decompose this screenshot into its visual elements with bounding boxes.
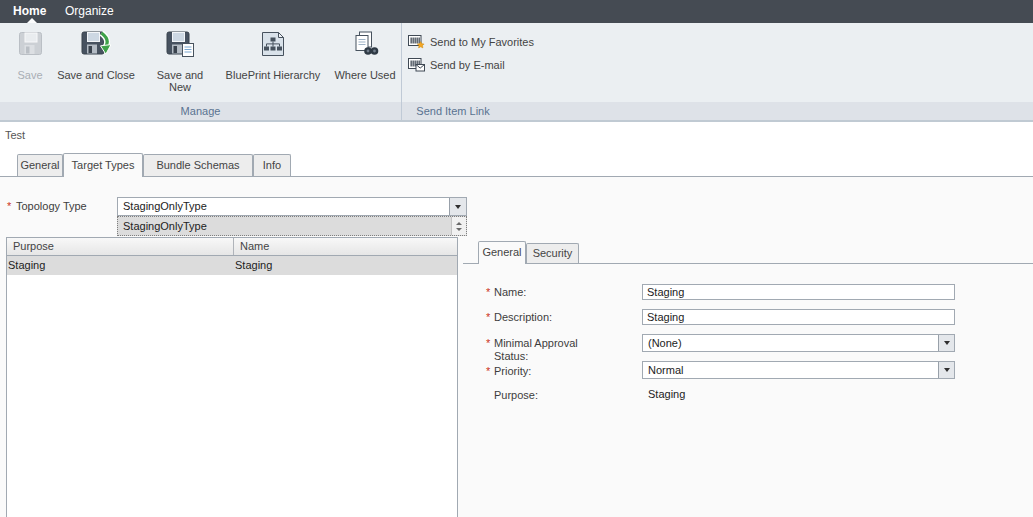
- name-label: Name:: [494, 286, 526, 298]
- ribbon-group-label-send-item-link: Send Item Link: [401, 102, 505, 120]
- topology-type-value: StagingOnlyType: [118, 198, 466, 215]
- save-and-new-button-label: Save and New: [150, 69, 210, 93]
- description-required-asterisk: *: [486, 311, 490, 323]
- target-types-table: Purpose Name Staging Staging: [6, 237, 458, 517]
- save-and-new-icon: [150, 31, 210, 57]
- topology-type-dropdown-list[interactable]: StagingOnlyType: [117, 216, 467, 236]
- priority-required-asterisk: *: [486, 365, 490, 377]
- send-by-email-label: Send by E-mail: [430, 59, 505, 71]
- description-input[interactable]: [642, 309, 955, 325]
- topology-list-scrollbar[interactable]: [451, 217, 466, 235]
- send-to-my-favorites-label: Send to My Favorites: [430, 36, 534, 48]
- menu-bar: Home Organize: [0, 0, 1033, 23]
- blueprint-hierarchy-button[interactable]: BluePrint Hierarchy: [218, 31, 328, 81]
- minimal-approval-status-required-asterisk: *: [486, 337, 490, 349]
- minimal-approval-status-value: (None): [643, 335, 954, 351]
- priority-label: Priority:: [494, 365, 531, 377]
- ribbon-toolbar: Manage Send Item Link Save Sa: [0, 23, 1033, 122]
- blueprint-hierarchy-button-label: BluePrint Hierarchy: [218, 69, 328, 81]
- name-input[interactable]: [642, 284, 955, 300]
- tab-general[interactable]: General: [17, 154, 63, 176]
- where-used-icon: [328, 31, 402, 57]
- table-row[interactable]: Staging Staging: [7, 256, 457, 275]
- scroll-down-icon: [456, 228, 462, 231]
- table-cell-name: Staging: [235, 256, 457, 275]
- topology-type-label: Topology Type: [16, 200, 87, 212]
- tab-target-types[interactable]: Target Types: [63, 153, 143, 177]
- priority-select[interactable]: Normal: [642, 361, 955, 379]
- topology-type-required-asterisk: *: [7, 200, 11, 212]
- content-pane: * Topology Type StagingOnlyType StagingO…: [0, 177, 1033, 517]
- table-header-row: Purpose Name: [7, 238, 457, 256]
- menu-tab-organize[interactable]: Organize: [65, 0, 114, 23]
- item-title: Test: [5, 129, 25, 141]
- save-and-close-button-label: Save and Close: [54, 69, 138, 81]
- where-used-button-label: Where Used: [328, 69, 402, 81]
- name-required-asterisk: *: [486, 286, 490, 298]
- topology-type-dropdown-button[interactable]: [449, 198, 466, 215]
- save-and-close-icon: [54, 31, 138, 57]
- send-to-my-favorites-button[interactable]: Send to My Favorites: [408, 34, 534, 50]
- priority-dropdown-button[interactable]: [938, 362, 954, 378]
- where-used-button[interactable]: Where Used: [328, 31, 402, 81]
- blueprint-hierarchy-icon: [218, 31, 328, 57]
- minimal-approval-status-select[interactable]: (None): [642, 334, 955, 352]
- topology-type-list-item[interactable]: StagingOnlyType: [118, 217, 466, 235]
- table-cell-purpose: Staging: [7, 256, 235, 275]
- chevron-down-icon: [944, 341, 950, 345]
- ribbon-group-label-manage: Manage: [0, 102, 401, 120]
- send-by-email-button[interactable]: Send by E-mail: [408, 57, 505, 73]
- detail-tab-security[interactable]: Security: [526, 243, 579, 263]
- minimal-approval-status-label: Minimal Approval Status:: [494, 337, 594, 363]
- detail-tab-general[interactable]: General: [478, 241, 526, 264]
- description-label: Description:: [494, 311, 552, 323]
- scroll-up-icon: [456, 222, 462, 225]
- table-header-name[interactable]: Name: [234, 238, 457, 255]
- tab-info[interactable]: Info: [253, 154, 291, 176]
- chevron-down-icon: [944, 368, 950, 372]
- priority-value: Normal: [643, 362, 954, 378]
- save-and-close-button[interactable]: Save and Close: [54, 31, 138, 81]
- tab-bundle-schemas[interactable]: Bundle Schemas: [143, 154, 253, 176]
- save-and-new-button[interactable]: Save and New: [150, 31, 210, 93]
- send-to-my-favorites-icon: [408, 33, 425, 51]
- save-button[interactable]: Save: [8, 31, 52, 81]
- detail-tabs-baseline: [463, 263, 1033, 264]
- purpose-label: Purpose:: [494, 389, 538, 401]
- minimal-approval-status-dropdown-button[interactable]: [938, 335, 954, 351]
- save-icon: [8, 31, 52, 57]
- send-by-email-icon: [408, 56, 425, 74]
- chevron-down-icon: [455, 205, 461, 209]
- table-header-purpose[interactable]: Purpose: [7, 238, 234, 255]
- page-tabs-baseline: [0, 176, 1033, 177]
- purpose-value: Staging: [648, 388, 685, 400]
- save-button-label: Save: [8, 69, 52, 81]
- topology-type-combobox[interactable]: StagingOnlyType: [117, 197, 467, 216]
